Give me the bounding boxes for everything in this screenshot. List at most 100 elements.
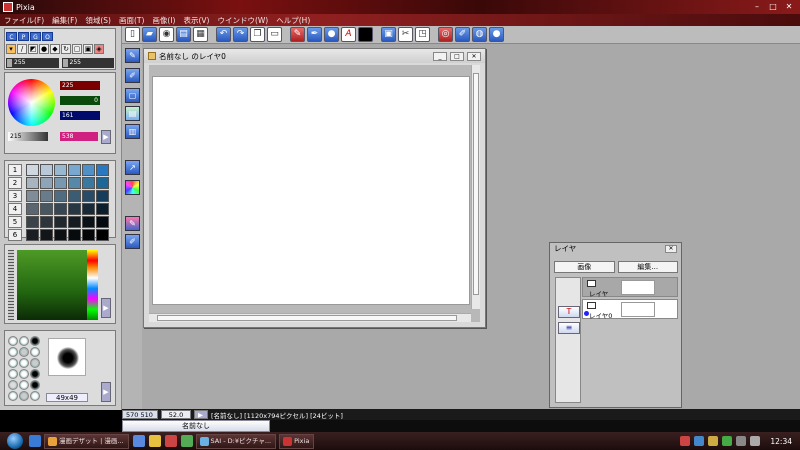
palette-tool-icon[interactable] <box>125 180 140 195</box>
swatch-cell[interactable] <box>96 216 109 228</box>
start-button[interactable] <box>7 433 23 449</box>
fill-tool-icon[interactable]: ▥ <box>125 124 140 139</box>
swatch-row-1[interactable]: 1 <box>8 164 22 176</box>
menu-edit[interactable]: 編集(F) <box>48 15 81 26</box>
pen-tool-icon[interactable]: ✒ <box>307 27 322 42</box>
swatch-cell[interactable] <box>68 203 81 215</box>
swatch-cell[interactable] <box>40 229 53 241</box>
swatch-cell[interactable] <box>96 164 109 176</box>
swatch-cell[interactable] <box>68 216 81 228</box>
menu-file[interactable]: ファイル(F) <box>0 15 48 26</box>
close-button[interactable]: ✕ <box>782 2 796 12</box>
paste-icon[interactable]: ▭ <box>267 27 282 42</box>
brush-shape[interactable] <box>8 347 18 357</box>
swatch-cell[interactable] <box>54 229 67 241</box>
square-icon[interactable]: ▢ <box>72 44 82 54</box>
layer-visibility-icon[interactable] <box>587 302 596 309</box>
diamond-icon[interactable]: ◈ <box>94 44 104 54</box>
tray-icon[interactable] <box>708 436 719 446</box>
black-color-icon[interactable] <box>358 27 373 42</box>
swatch-cell[interactable] <box>54 216 67 228</box>
gradient-tool-icon[interactable]: ▤ <box>125 106 140 121</box>
taskbar-sai[interactable]: SAI - D:¥ピクチャ... <box>195 433 277 449</box>
brush-shape[interactable] <box>30 347 40 357</box>
sphere-icon[interactable]: ● <box>324 27 339 42</box>
swatch-cell[interactable] <box>68 177 81 189</box>
files-icon[interactable] <box>148 435 161 447</box>
swatch-cell[interactable] <box>96 203 109 215</box>
open-folder-icon[interactable]: ▰ <box>142 27 157 42</box>
layer-edit-button[interactable]: 編集... <box>617 261 678 273</box>
swatch-cell[interactable] <box>40 164 53 176</box>
swatch-cell[interactable] <box>82 177 95 189</box>
swatch-cell[interactable] <box>82 229 95 241</box>
swatch-cell[interactable] <box>26 216 39 228</box>
volume-icon[interactable] <box>750 436 761 446</box>
left-value[interactable]: 255 <box>6 58 59 68</box>
layer-icon[interactable]: ◳ <box>415 27 430 42</box>
app-icon-taskbar[interactable] <box>180 435 193 447</box>
minimize-button[interactable]: – <box>750 2 764 12</box>
brush-shape[interactable] <box>19 380 29 390</box>
canvas-close-button[interactable]: ✕ <box>467 51 481 61</box>
green-slider[interactable]: 0 <box>60 96 100 105</box>
horizontal-scroll-thumb[interactable] <box>157 315 457 321</box>
print-icon[interactable]: ▦ <box>193 27 208 42</box>
brush-shape[interactable] <box>30 369 40 379</box>
brush-shape[interactable] <box>8 391 18 401</box>
swatch-cell[interactable] <box>40 177 53 189</box>
maximize-button[interactable]: □ <box>766 2 780 12</box>
canvas-window-titlebar[interactable]: 名前なし のレイヤ0 _ □ ✕ <box>144 49 485 63</box>
menu-help[interactable]: ヘルプ(H) <box>272 15 314 26</box>
red-slider[interactable]: 225 <box>60 81 100 90</box>
swatch-cell[interactable] <box>26 177 39 189</box>
ie-icon[interactable] <box>29 435 41 447</box>
taskbar-chrome[interactable]: 漫画デザット | 漫画... <box>44 433 129 449</box>
undo-icon[interactable]: ↶ <box>216 27 231 42</box>
camera-icon[interactable]: ◉ <box>159 27 174 42</box>
brush-shape[interactable] <box>8 358 18 368</box>
orb-icon[interactable]: ● <box>489 27 504 42</box>
swatch-row-3[interactable]: 3 <box>8 190 22 202</box>
brush-shape[interactable] <box>19 347 29 357</box>
layer-row[interactable]: レイヤ <box>582 277 678 298</box>
swatch-cell[interactable] <box>26 190 39 202</box>
swatch-row-4[interactable]: 4 <box>8 203 22 215</box>
mask-icon[interactable]: ◩ <box>28 44 38 54</box>
menu-select[interactable]: 領域(S) <box>81 15 115 26</box>
folder-icon[interactable] <box>132 435 145 447</box>
marker-tool-icon[interactable]: ✐ <box>125 68 140 83</box>
color-expand-button[interactable]: ▶ <box>101 130 111 144</box>
brush-shape[interactable] <box>19 336 29 346</box>
horizontal-scrollbar[interactable] <box>149 313 471 322</box>
swatch-cell[interactable] <box>82 203 95 215</box>
eyedropper-icon[interactable]: ✐ <box>455 27 470 42</box>
brush-expand-button[interactable]: ▶ <box>101 382 111 402</box>
clock[interactable]: 12:34 <box>770 437 792 446</box>
brush-shape[interactable] <box>30 391 40 401</box>
menu-view[interactable]: 表示(V) <box>179 15 213 26</box>
swatch-cell[interactable] <box>82 164 95 176</box>
brush-shape[interactable] <box>30 380 40 390</box>
dot-icon[interactable]: ● <box>39 44 49 54</box>
taskbar-pixia[interactable]: Pixia <box>279 433 315 449</box>
swatch-cell[interactable] <box>96 229 109 241</box>
smudge-tool-icon[interactable]: ✐ <box>125 234 140 249</box>
media-icon[interactable] <box>164 435 177 447</box>
swatch-cell[interactable] <box>68 190 81 202</box>
canvas-maximize-button[interactable]: □ <box>450 51 464 61</box>
brush-shape[interactable] <box>19 358 29 368</box>
color-wheel[interactable] <box>8 79 55 126</box>
brush-shape[interactable] <box>19 391 29 401</box>
drawing-canvas[interactable] <box>152 76 470 305</box>
brush-shape[interactable] <box>8 380 18 390</box>
current-color[interactable]: 538 <box>60 132 98 141</box>
text-tool-icon[interactable]: A <box>341 27 356 42</box>
network-icon[interactable] <box>736 436 747 446</box>
swatch-cell[interactable] <box>68 164 81 176</box>
pen-icon[interactable]: / <box>17 44 27 54</box>
rect-tool-icon[interactable]: ▢ <box>125 88 140 103</box>
frame-icon[interactable]: ▣ <box>381 27 396 42</box>
brush-shape[interactable] <box>30 336 40 346</box>
crop-icon[interactable]: ✂ <box>398 27 413 42</box>
